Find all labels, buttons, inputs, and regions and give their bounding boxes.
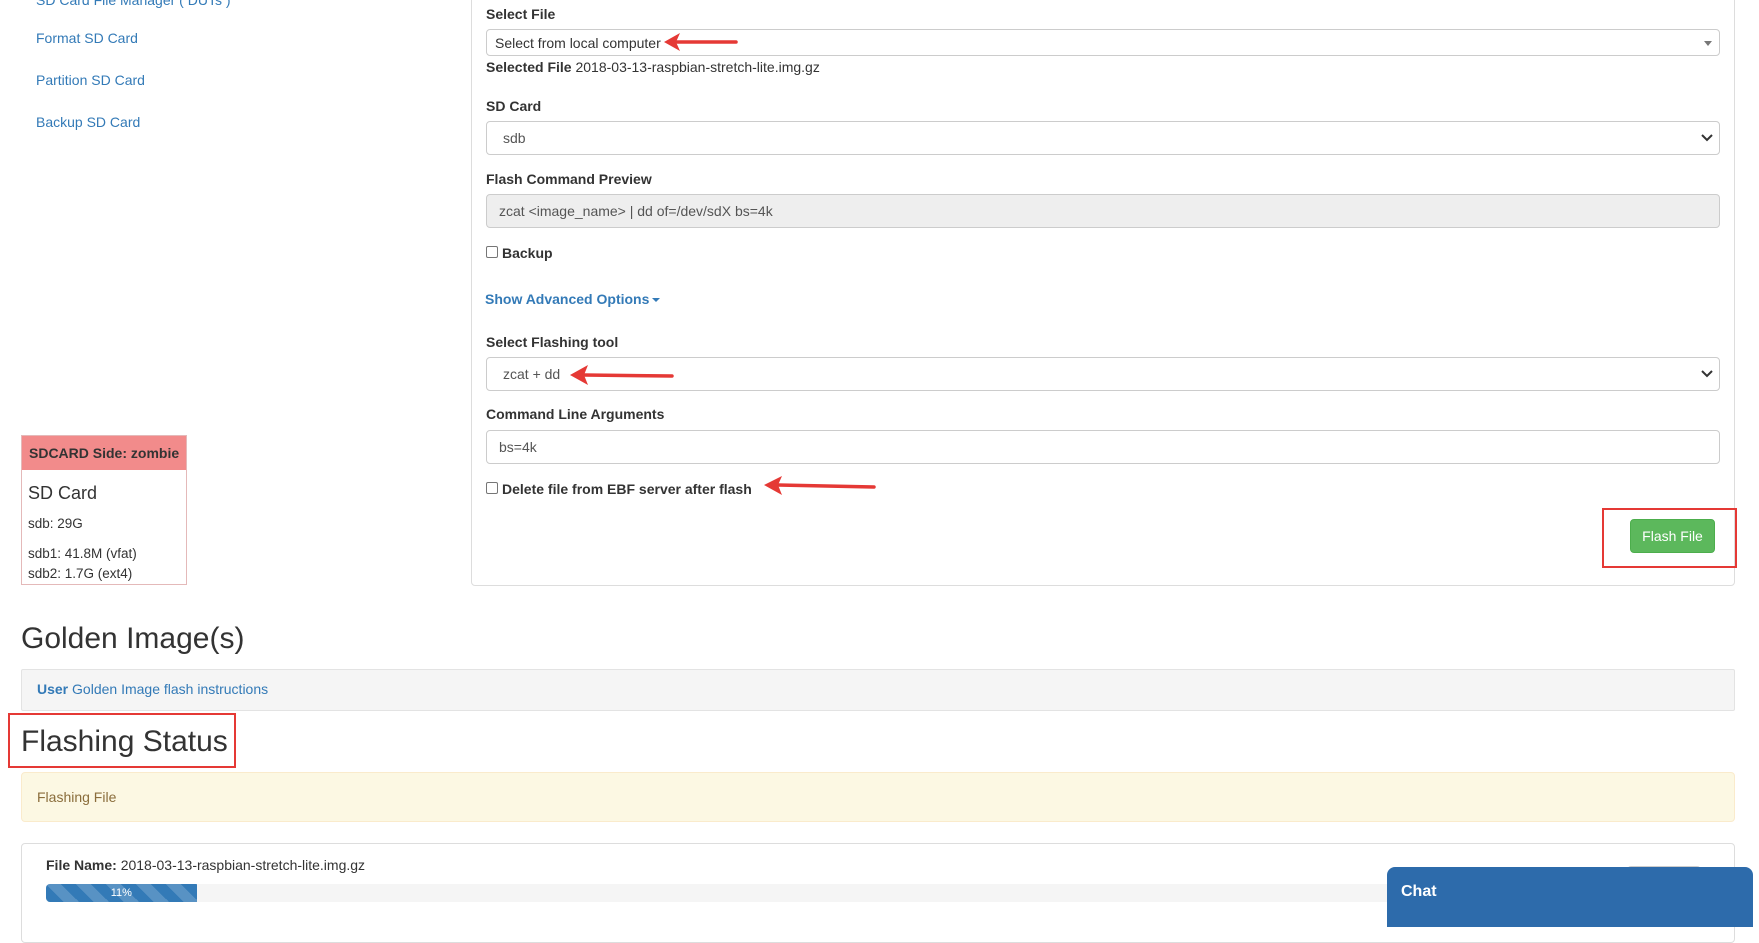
backup-label: Backup (502, 245, 553, 261)
delete-after-flash-label: Delete file from EBF server after flash (502, 481, 752, 497)
sidebar-item-backup-sd-card[interactable]: Backup SD Card (36, 114, 140, 130)
command-line-arguments-input[interactable]: bs=4k (486, 430, 1720, 464)
sidebar-item-sd-card-file-manager[interactable]: SD Card File Manager ( DUTs ) (36, 0, 231, 8)
select-file-value: Select from local computer (495, 34, 661, 51)
annotation-highlight-box (1602, 508, 1737, 568)
chat-label: Chat (1401, 883, 1437, 900)
flash-command-preview-value: zcat <image_name> | dd of=/dev/sdX bs=4k (499, 203, 773, 219)
file-name-value: 2018-03-13-raspbian-stretch-lite.img.gz (120, 857, 366, 873)
flash-form-panel (471, 0, 1735, 586)
golden-images-well: User Golden Image flash instructions (21, 669, 1735, 711)
select-chevron-icon (1701, 134, 1713, 142)
selected-file-row: Selected File 2018-03-13-raspbian-stretc… (486, 59, 820, 75)
sidebar-item-partition-sd-card[interactable]: Partition SD Card (36, 72, 145, 88)
delete-after-flash-checkbox[interactable] (486, 482, 498, 494)
sdcard-panel-title: SD Card (28, 483, 98, 503)
dropdown-caret-icon (652, 298, 661, 303)
sd-card-select[interactable]: sdb (486, 121, 1720, 155)
flashing-tool-label: Select Flashing tool (486, 334, 619, 350)
sidebar-item-format-sd-card[interactable]: Format SD Card (36, 30, 138, 46)
red-arrow-icon (570, 365, 674, 385)
sdcard-info-panel: SDCARD Side: zombie SD Card sdb: 29G sdb… (21, 435, 187, 585)
red-arrow-icon (664, 33, 738, 51)
flashing-status-alert: Flashing File (21, 772, 1735, 822)
file-name-label: File Name: (46, 857, 117, 873)
backup-checkbox[interactable] (486, 246, 498, 258)
flash-progress-fill: 11% (46, 884, 197, 902)
command-line-arguments-value: bs=4k (499, 439, 537, 455)
flashing-status-heading: Flashing Status (21, 725, 228, 758)
chat-widget[interactable]: Chat (1387, 867, 1753, 927)
selected-file-value: 2018-03-13-raspbian-stretch-lite.img.gz (575, 59, 820, 75)
flash-command-preview-label: Flash Command Preview (486, 171, 652, 187)
flash-command-preview-field: zcat <image_name> | dd of=/dev/sdX bs=4k (486, 194, 1720, 228)
sdcard-line: sdb: 29G (28, 516, 83, 531)
show-advanced-options-text: Show Advanced Options (485, 291, 650, 307)
sdcard-line: sdb2: 1.7G (ext4) (28, 566, 133, 581)
select-file-label: Select File (486, 6, 556, 22)
golden-images-heading: Golden Image(s) (21, 622, 245, 655)
sdcard-panel-header: SDCARD Side: zombie (22, 436, 186, 470)
golden-image-instructions-link[interactable]: Golden Image flash instructions (72, 681, 268, 697)
flash-progress-bar: 11% (46, 884, 1416, 902)
select-chevron-icon (1701, 370, 1713, 378)
golden-user-label: User (37, 681, 69, 697)
flashing-tool-value: zcat + dd (503, 366, 561, 382)
sdcard-line: sdb1: 41.8M (vfat) (28, 546, 137, 561)
sd-card-value: sdb (503, 130, 526, 146)
selected-file-label: Selected File (486, 59, 572, 75)
dropdown-caret-icon (1704, 40, 1712, 46)
command-line-arguments-label: Command Line Arguments (486, 406, 665, 422)
sd-card-label: SD Card (486, 98, 542, 114)
file-name-row: File Name: 2018-03-13-raspbian-stretch-l… (46, 857, 365, 873)
show-advanced-options-link[interactable]: Show Advanced Options (485, 291, 661, 307)
red-arrow-icon (764, 476, 876, 495)
